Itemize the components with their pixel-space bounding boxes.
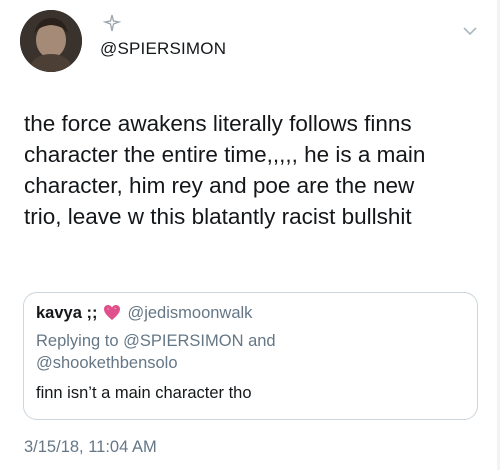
author-avatar[interactable] bbox=[20, 10, 82, 72]
sparkle-icon bbox=[102, 14, 122, 32]
quote-author-handle[interactable]: @jedismoonwalk bbox=[127, 304, 252, 322]
tweet-card: @SPIERSIMON the force awakens literally … bbox=[0, 0, 500, 470]
quote-author-name[interactable]: kavya ;; bbox=[36, 304, 97, 322]
tweet-text: the force awakens literally follows finn… bbox=[24, 111, 426, 229]
quoted-tweet[interactable]: kavya ;; @jedismoonwalk Replying to @SPIE… bbox=[23, 292, 478, 420]
quote-header: kavya ;; @jedismoonwalk bbox=[36, 304, 252, 326]
chevron-down-icon[interactable] bbox=[463, 26, 477, 36]
quote-text: finn isn’t a main character tho bbox=[36, 384, 252, 402]
quote-reply-context: Replying to @SPIERSIMON and @shookethben… bbox=[36, 332, 276, 372]
sparkling-heart-icon bbox=[103, 304, 121, 326]
tweet-timestamp[interactable]: 3/15/18, 11:04 AM bbox=[24, 438, 157, 457]
avatar-image bbox=[20, 10, 82, 72]
author-handle[interactable]: @SPIERSIMON bbox=[100, 39, 226, 59]
